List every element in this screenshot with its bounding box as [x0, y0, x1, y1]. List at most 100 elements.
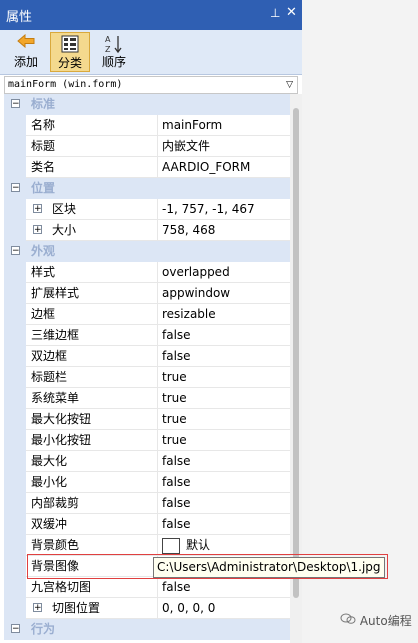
property-row[interactable]: 最大化 false — [4, 451, 290, 472]
expand-icon[interactable]: + — [33, 204, 42, 214]
property-row[interactable]: 系统菜单 true — [4, 388, 290, 409]
svg-text:Z: Z — [105, 45, 111, 54]
property-name: 最小化 — [31, 475, 68, 489]
property-value[interactable]: false — [157, 472, 290, 493]
property-value[interactable]: true — [157, 367, 290, 388]
property-row[interactable]: 边框 resizable — [4, 304, 290, 325]
property-value[interactable]: false — [157, 493, 290, 514]
row-gutter — [4, 304, 26, 325]
property-value[interactable]: 内嵌文件 — [157, 136, 290, 157]
order-button[interactable]: A Z 顺序 — [94, 32, 134, 72]
property-value[interactable]: true — [157, 409, 290, 430]
category-row[interactable]: − 外观 — [4, 241, 290, 262]
properties-panel: 属性 ⊥ ✕ 添加 分类 A Z 顺序 mainForm (win.form) … — [0, 0, 302, 643]
property-value-text: false — [162, 580, 191, 594]
property-value[interactable]: 758, 468 — [157, 220, 290, 241]
property-value[interactable]: false — [157, 514, 290, 535]
property-row[interactable]: 样式 overlapped — [4, 262, 290, 283]
property-value[interactable]: false — [157, 451, 290, 472]
property-row[interactable]: 最小化 false — [4, 472, 290, 493]
property-row[interactable]: 类名 AARDIO_FORM — [4, 157, 290, 178]
property-row[interactable]: + 大小 758, 468 — [4, 220, 290, 241]
collapse-icon[interactable]: − — [11, 183, 20, 193]
property-name: 标题 — [31, 139, 56, 153]
row-gutter — [4, 430, 26, 451]
row-gutter — [4, 262, 26, 283]
property-value[interactable]: -1, 757, -1, 467 — [157, 199, 290, 220]
category-button-label: 分类 — [57, 56, 82, 70]
collapse-icon[interactable]: − — [11, 99, 20, 109]
property-value[interactable]: resizable — [157, 304, 290, 325]
category-row[interactable]: − 行为 — [4, 619, 290, 640]
row-gutter — [4, 493, 26, 514]
property-value[interactable]: true — [157, 388, 290, 409]
category-label: 标准 — [31, 97, 56, 111]
property-value[interactable]: false — [157, 325, 290, 346]
property-value[interactable]: overlapped — [157, 262, 290, 283]
color-swatch[interactable] — [162, 537, 180, 554]
property-name: 切图位置 — [52, 601, 101, 615]
property-value[interactable]: true — [157, 430, 290, 451]
category-label: 行为 — [31, 622, 56, 636]
property-row[interactable]: 双缓冲 false — [4, 514, 290, 535]
expand-icon[interactable]: + — [33, 603, 42, 613]
row-gutter — [4, 136, 26, 157]
property-row[interactable]: 九宫格切图 false — [4, 577, 290, 598]
property-value[interactable]: appwindow — [157, 283, 290, 304]
property-row[interactable]: 三维边框 false — [4, 325, 290, 346]
property-value-text: true — [162, 433, 187, 447]
property-row[interactable]: 标题 内嵌文件 — [4, 136, 290, 157]
property-value-text: -1, 757, -1, 467 — [162, 202, 255, 216]
property-name: 扩展样式 — [31, 286, 80, 300]
property-name: 最大化按钮 — [31, 412, 92, 426]
property-value-text: false — [162, 496, 191, 510]
collapse-icon[interactable]: − — [11, 246, 20, 256]
expand-icon[interactable]: + — [33, 225, 42, 235]
property-row[interactable]: 内部裁剪 false — [4, 493, 290, 514]
property-value-text: true — [162, 370, 187, 384]
property-row[interactable]: 标题栏 true — [4, 367, 290, 388]
property-value[interactable]: false — [157, 577, 290, 598]
sort-az-icon: A Z — [94, 34, 134, 54]
property-value-text: AARDIO_FORM — [162, 160, 251, 174]
property-value-text: false — [162, 349, 191, 363]
category-row[interactable]: − 标准 — [4, 94, 290, 115]
row-gutter — [4, 556, 26, 577]
toolbar: 添加 分类 A Z 顺序 — [0, 30, 302, 75]
property-value-text: false — [162, 328, 191, 342]
category-label: 外观 — [31, 244, 56, 258]
add-button-label: 添加 — [13, 55, 38, 69]
property-row[interactable]: 最大化按钮 true — [4, 409, 290, 430]
property-name: 九宫格切图 — [31, 580, 92, 594]
property-value[interactable]: AARDIO_FORM — [157, 157, 290, 178]
property-row[interactable]: 名称 mainForm — [4, 115, 290, 136]
row-gutter — [4, 367, 26, 388]
chat-bubble-icon — [340, 613, 360, 628]
property-name: 样式 — [31, 265, 56, 279]
chevron-down-icon[interactable]: ▽ — [286, 77, 293, 93]
pin-icon[interactable]: ⊥ — [270, 6, 280, 20]
property-value[interactable]: 0, 0, 0, 0 — [157, 598, 290, 619]
property-value[interactable]: 默认 — [157, 535, 290, 556]
watermark: Auto编程 — [340, 612, 412, 629]
scrollbar-thumb[interactable] — [293, 108, 299, 598]
property-row[interactable]: 扩展样式 appwindow — [4, 283, 290, 304]
property-value[interactable]: false — [157, 346, 290, 367]
property-value-text: true — [162, 391, 187, 405]
property-row[interactable]: + 切图位置 0, 0, 0, 0 — [4, 598, 290, 619]
property-name: 最大化 — [31, 454, 68, 468]
close-icon[interactable]: ✕ — [286, 5, 297, 20]
category-row[interactable]: − 位置 — [4, 178, 290, 199]
row-gutter — [4, 157, 26, 178]
object-selector[interactable]: mainForm (win.form) ▽ — [4, 76, 298, 94]
property-row[interactable]: 双边框 false — [4, 346, 290, 367]
add-button[interactable]: 添加 — [6, 32, 46, 72]
property-row[interactable]: + 区块 -1, 757, -1, 467 — [4, 199, 290, 220]
property-row[interactable]: 最小化按钮 true — [4, 430, 290, 451]
row-gutter — [4, 409, 26, 430]
category-button[interactable]: 分类 — [50, 32, 90, 72]
property-value[interactable]: mainForm — [157, 115, 290, 136]
property-row[interactable]: 背景颜色 默认 — [4, 535, 290, 556]
collapse-icon[interactable]: − — [11, 624, 20, 634]
property-name: 区块 — [52, 202, 77, 216]
